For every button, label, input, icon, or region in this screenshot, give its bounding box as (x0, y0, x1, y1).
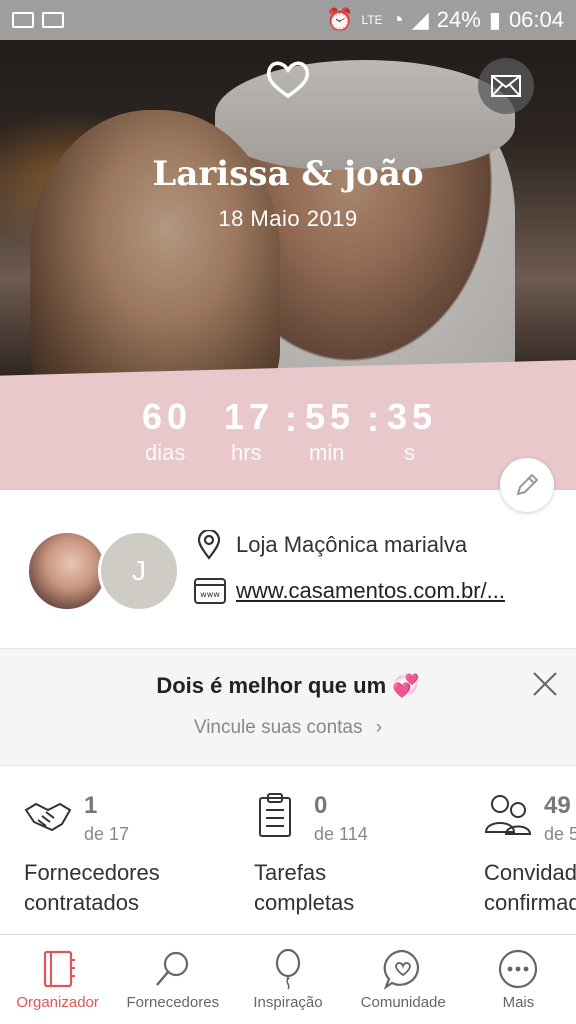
checklist-icon (259, 793, 291, 837)
pencil-icon (516, 473, 539, 496)
balloon-icon (275, 948, 301, 990)
status-bar: ⏰ LTE ◔ ◢ 24% ▮ 06:04 (0, 0, 576, 40)
mail-notification-icon (12, 12, 34, 28)
website-row[interactable]: www www.casamentos.com.br/... (194, 578, 542, 604)
bottom-navigation: Organizador Fornecedores Inspiração Comu… (0, 934, 576, 1024)
close-icon[interactable] (530, 669, 560, 699)
nav-label: Inspiração (253, 994, 323, 1011)
nav-label: Mais (502, 994, 535, 1011)
nav-comunidade[interactable]: Comunidade (346, 935, 461, 1024)
nav-organizador[interactable]: Organizador (0, 935, 115, 1024)
svg-text:www: www (200, 590, 220, 599)
envelope-icon (491, 75, 521, 97)
venue-row[interactable]: Loja Maçônica marialva (196, 530, 467, 560)
banner-title: Dois é melhor que um 💞 (156, 673, 420, 698)
countdown-seconds: 35 (387, 396, 438, 437)
countdown-separator: : (285, 398, 297, 439)
message-button[interactable] (478, 58, 534, 114)
nav-label: Comunidade (360, 994, 446, 1011)
signal-icon: ◢ (411, 7, 429, 32)
stat-total: de 17 (84, 824, 130, 844)
status-time: 06:04 (508, 7, 564, 32)
search-icon (155, 951, 188, 986)
countdown-minutes: 55 (305, 396, 356, 437)
guests-icon (484, 795, 532, 835)
link-accounts-banner: Dois é melhor que um 💞 Vincule suas cont… (0, 648, 576, 766)
wedding-date: 18 Maio 2019 (218, 206, 358, 231)
nav-mais[interactable]: Mais (461, 935, 576, 1024)
countdown-days-label: dias (145, 440, 186, 465)
stat-count: 0 (314, 792, 328, 819)
network-label: LTE (361, 13, 383, 27)
planner-icon (43, 950, 75, 988)
stat-count: 49 (544, 792, 571, 819)
stat-total: de 114 (314, 824, 368, 844)
nav-fornecedores[interactable]: Fornecedores (115, 935, 230, 1024)
countdown-minutes-label: min (309, 440, 345, 465)
stat-count: 1 (84, 792, 98, 819)
handshake-icon (24, 802, 72, 832)
battery-percent: 24% (436, 7, 481, 32)
battery-icon: ▮ (488, 7, 501, 32)
edit-button[interactable] (500, 458, 554, 512)
nav-label: Organizador (16, 994, 99, 1011)
stat-label: Convidados confirmados (484, 860, 576, 915)
countdown-hours-label: hrs (231, 440, 262, 465)
link-accounts-label: Vincule suas contas (193, 717, 363, 738)
countdown-hours: 17 (224, 396, 275, 437)
stat-total: de 5 (544, 824, 576, 844)
wifi-icon: ◔ (390, 7, 404, 32)
couple-name: Larissa & joão (152, 154, 424, 194)
gallery-notification-icon (42, 12, 64, 28)
partner-avatar[interactable]: J (98, 530, 180, 612)
stat-label: Fornecedores contratados (24, 860, 160, 915)
nav-inspiracao[interactable]: Inspiração (230, 935, 345, 1024)
heart-logo-icon (266, 61, 310, 99)
chevron-right-icon: › (375, 717, 383, 738)
link-accounts-link[interactable]: Vincule suas contas › (0, 717, 576, 739)
countdown-seconds-label: s (404, 440, 415, 465)
user-avatar[interactable] (26, 530, 108, 612)
web-icon: www (194, 578, 226, 604)
stat-label: Tarefas completas (254, 860, 355, 915)
location-pin-icon (197, 530, 221, 560)
countdown-days: 60 (142, 396, 193, 437)
alarm-icon: ⏰ (326, 7, 354, 32)
more-icon (499, 949, 538, 989)
nav-label: Fornecedores (126, 994, 220, 1011)
venue-name: Loja Maçônica marialva (236, 532, 468, 557)
countdown-separator: : (367, 398, 379, 439)
website-link[interactable]: www.casamentos.com.br/... (236, 578, 542, 604)
chat-heart-icon (383, 949, 420, 990)
